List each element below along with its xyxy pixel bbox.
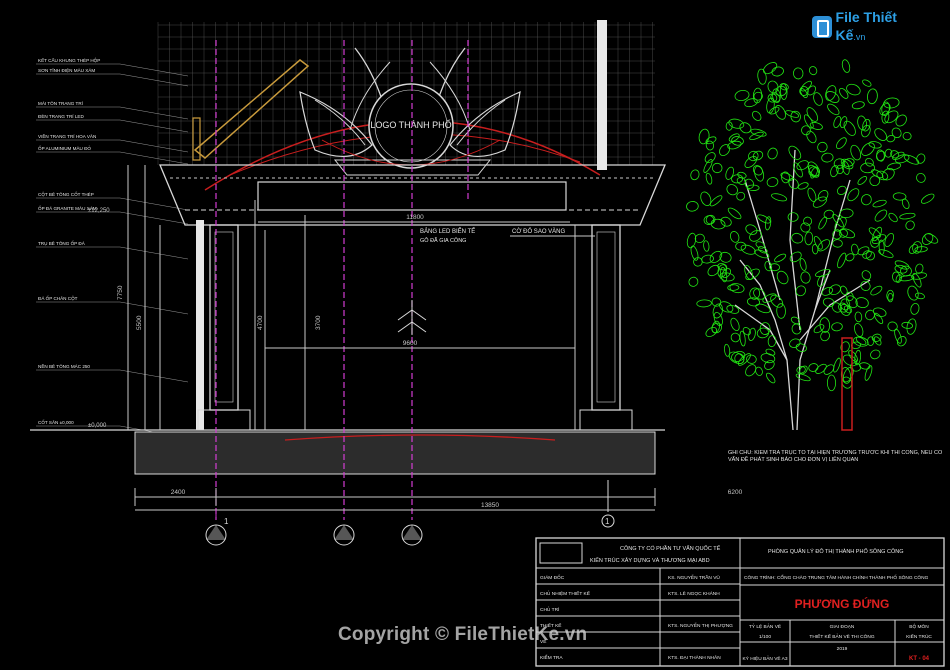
north-arrow-symbol: [397, 300, 427, 335]
discipline-label: BỘ MÔN: [909, 623, 929, 630]
left-note: MÁI TÔN TRANG TRÍ: [38, 100, 84, 106]
vertical-dimensions: [127, 165, 576, 430]
general-note: GHI CHÚ: KIỂM TRA TRỤC TỔ TẠI HIỆN TRƯỜN…: [728, 450, 943, 463]
dim-h1: 7750: [117, 285, 124, 300]
level-top: ±12,250: [88, 208, 110, 214]
flag-pole: [597, 20, 607, 170]
ground-section: [30, 429, 665, 475]
dim-span: 11800: [406, 214, 424, 221]
tb-name: KTS. ĐẠI THÀNH NHÂN: [668, 654, 721, 661]
discipline-value: KIẾN TRÚC: [906, 633, 932, 640]
column-right: [591, 224, 621, 411]
axis-label-b: 1: [605, 517, 610, 526]
dim-mid: 9600: [403, 340, 418, 347]
logo-label: LOGO THÀNH PHỐ: [370, 119, 451, 130]
phase-value: THIẾT KẾ BẢN VẼ THI CÔNG: [809, 633, 874, 640]
sheet-number: KT - 04: [909, 656, 930, 662]
sign-sub: GỖ ĐÃ GIA CÔNG: [420, 237, 466, 244]
left-note: KẾT CẤU KHUNG THÉP HỘP: [38, 57, 100, 63]
phase-label: GIAI ĐOẠN: [830, 624, 855, 630]
left-note: CỘT BÊ TÔNG CỐT THÉP: [38, 190, 94, 197]
left-note: ỐP ALUMINIUM MÀU ĐỎ: [38, 145, 91, 151]
client-name: PHÒNG QUẢN LÝ ĐÔ THỊ THÀNH PHỐ SÔNG CÔNG: [768, 548, 903, 555]
tree-illustration: [686, 59, 939, 431]
axis-marker-2: [333, 524, 355, 546]
left-note: SƠN TĨNH ĐIỆN MÀU XÁM: [38, 66, 95, 73]
steel-post-left: [196, 220, 204, 430]
copyright-watermark: Copyright © FileThietKe.vn: [338, 624, 588, 645]
left-note: CỐT SÂN ±0,000: [38, 419, 74, 425]
sign-label: BẢNG LED BIỂN TỂ: [420, 228, 475, 235]
tb-role: KIỂM TRA: [540, 654, 563, 661]
dim-h2: 5500: [136, 315, 143, 330]
project-name: CÔNG TRÌNH: CỔNG CHÀO TRUNG TÂM HÀNH CHÍ…: [744, 574, 929, 581]
level-ground: ±0,000: [88, 423, 107, 429]
scale-value: 1/100: [759, 634, 771, 640]
tb-role: CHỦ TRÌ: [540, 606, 560, 613]
dim-total: 13850: [481, 502, 499, 509]
tb-role: GIÁM ĐỐC: [540, 574, 565, 581]
emblem: LOGO THÀNH PHỐ: [299, 47, 521, 176]
dim-right: 6200: [728, 489, 743, 496]
tb-name: KS. NGUYỄN TRẦN VŨ: [668, 574, 720, 581]
left-note: VIỀN TRANG TRÍ HOA VĂN: [38, 133, 96, 139]
left-note: ĐÈN TRANG TRÍ LED: [38, 113, 84, 119]
year-value: 2019: [837, 646, 848, 652]
dim-h3: 4700: [257, 315, 264, 330]
left-note: NỀN BÊ TÔNG MÁC 250: [38, 362, 90, 369]
column-left: [209, 224, 239, 411]
left-note: TRỤ BÊ TÔNG ỐP ĐÁ: [38, 239, 86, 246]
bottom-dimensions: [134, 488, 656, 511]
left-annotation-column: KẾT CẤU KHUNG THÉP HỘP SƠN TĨNH ĐIỆN MÀU …: [36, 57, 189, 439]
company-name: CÔNG TY CỔ PHẦN TƯ VẤN QUỐC TẾ: [620, 545, 721, 552]
flag-label: CỜ ĐỎ SAO VÀNG: [512, 228, 565, 235]
drawing-title: PHƯƠNG ĐỨNG: [795, 596, 890, 611]
axis-label-a: 1: [224, 517, 229, 526]
dim-left: 2400: [171, 489, 186, 496]
company-sub: KIẾN TRÚC XÂY DỰNG VÀ THƯƠNG MẠI ABD: [590, 557, 710, 564]
cad-drawing-canvas: KẾT CẤU KHUNG THÉP HỘP SƠN TĨNH ĐIỆN MÀU …: [30, 20, 945, 667]
axis-marker-3: [401, 524, 423, 546]
axis-marker-1: [205, 510, 227, 546]
tb-name: KTS. NGUYỄN THỊ PHƯỢNG: [668, 622, 733, 629]
left-note: ĐÁ ỐP CHÂN CỘT: [38, 295, 78, 301]
dim-h4: 3700: [315, 315, 322, 330]
